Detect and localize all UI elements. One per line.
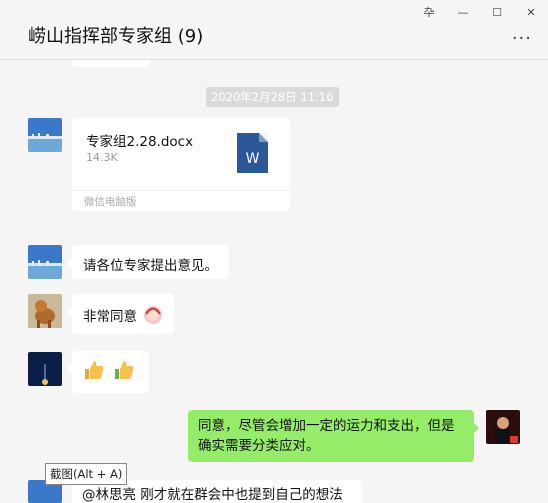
message-text: 同意，尽管会增加一定的运力和支出，但是确实需要分类应对。 [198,418,455,454]
message-text: @林思亮 刚才就在群会中也提到自己的想法 [82,487,343,503]
message-text: 请各位专家提出意见。 [83,258,218,274]
thumbs-up-icon [82,358,106,386]
file-message[interactable]: 专家组2.28.docx 14.3K W 微信电脑版 [72,118,290,211]
avatar[interactable] [28,352,62,386]
close-button[interactable]: ✕ [514,0,548,24]
file-name: 专家组2.28.docx [86,134,194,150]
file-size: 14.3K [86,151,118,164]
more-options-button[interactable]: ··· [512,28,532,49]
message-bubble[interactable] [67,351,149,393]
message-bubble[interactable]: 请各位专家提出意见。 [67,245,229,279]
message-list[interactable]: 2020年2月28日 11:16 专家组2.28.docx 14.3K W 微信… [0,60,548,503]
woman-ok-emoji-icon [143,305,163,329]
timestamp: 2020年2月28日 11:16 [206,87,339,107]
screenshot-tooltip: 截图(Alt + A) [45,463,128,485]
minimize-button[interactable]: — [446,0,480,24]
message-bubble[interactable]: 非常同意 [66,294,175,334]
word-doc-icon: W [237,133,268,173]
avatar[interactable] [28,118,62,152]
previous-message-bubble[interactable] [72,60,150,67]
self-avatar[interactable] [486,410,520,444]
chat-title: 崂山指挥部专家组 (9) [28,26,204,47]
file-divider [72,190,290,191]
self-message-bubble[interactable]: 同意，尽管会增加一定的运力和支出，但是确实需要分类应对。 [188,410,479,462]
avatar[interactable] [28,245,62,279]
chat-header: 崂山指挥部专家组 (9) 卆 — ☐ ✕ ··· [0,0,548,60]
message-text: 非常同意 [83,309,137,325]
file-source: 微信电脑版 [84,196,137,208]
window-controls: 卆 — ☐ ✕ [412,0,548,24]
pin-button[interactable]: 卆 [412,0,446,24]
thumbs-up-icon [112,358,136,386]
avatar[interactable] [28,294,62,328]
maximize-button[interactable]: ☐ [480,0,514,24]
